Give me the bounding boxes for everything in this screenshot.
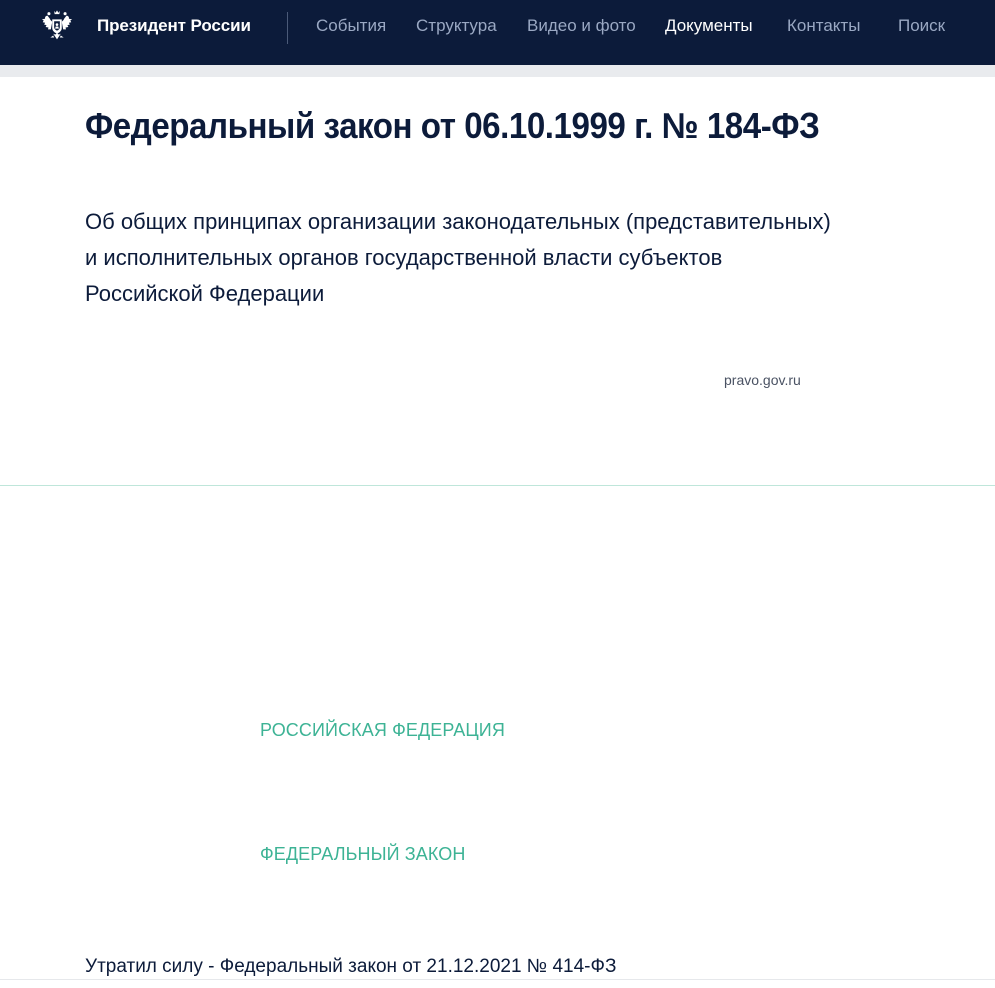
subheader-strip [0,65,995,77]
nav-item-video-photo[interactable]: Видео и фото [527,15,636,37]
nav-item-documents[interactable]: Документы [665,15,753,37]
source-link[interactable]: pravo.gov.ru [724,371,801,389]
country-heading: РОССИЙСКАЯ ФЕДЕРАЦИЯ [260,720,505,740]
document-summary: Об общих принципах организации законодат… [85,209,831,306]
nav-item-structure[interactable]: Структура [416,15,497,37]
law-type-heading: ФЕДЕРАЛЬНЫЙ ЗАКОН [260,844,466,864]
nav-item-contacts[interactable]: Контакты [787,15,860,37]
top-navigation-bar: Президент России События Структура Видео… [0,0,995,65]
document-title: Федеральный закон от 06.10.1999 г. № 184… [85,105,820,146]
double-headed-eagle-icon [41,10,73,40]
brand-logo-link[interactable] [38,9,76,45]
section-divider [0,485,995,486]
repeal-note: Утратил силу - Федеральный закон от 21.1… [85,956,617,977]
brand-name[interactable]: Президент России [97,15,251,37]
bottom-divider [0,979,995,980]
nav-item-events[interactable]: События [316,15,386,37]
nav-divider [287,12,288,44]
nav-item-search[interactable]: Поиск [898,15,945,37]
